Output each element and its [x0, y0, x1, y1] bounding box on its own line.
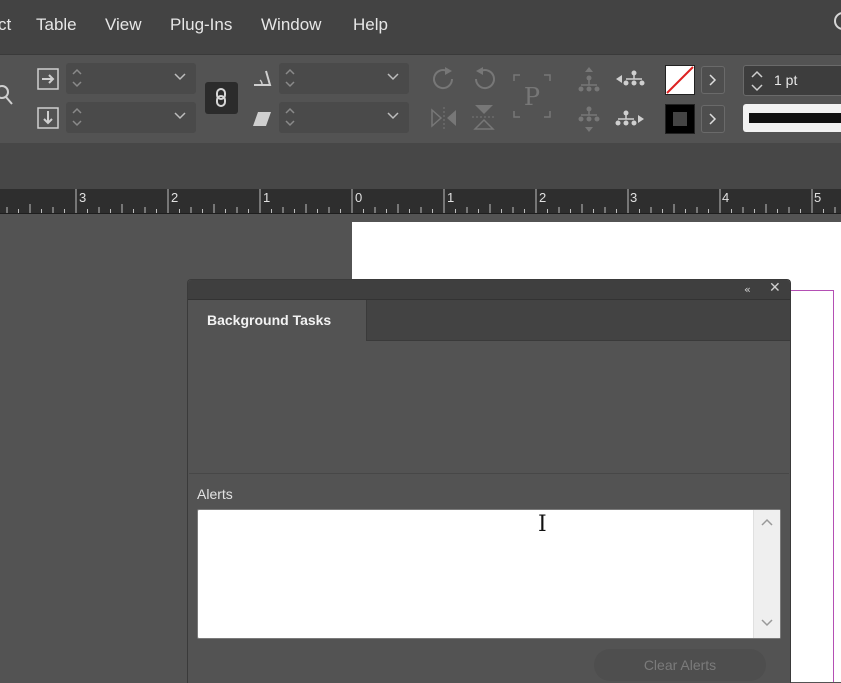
chevron-down-icon[interactable] — [387, 72, 399, 82]
select-previous-object-icon[interactable] — [614, 67, 646, 93]
stroke-dropdown-button[interactable] — [701, 105, 725, 133]
chevron-up-icon[interactable] — [760, 517, 774, 527]
alerts-scrollbar[interactable] — [753, 510, 780, 638]
paragraph-direction-icon[interactable]: P — [512, 73, 552, 119]
fill-dropdown-button[interactable] — [701, 66, 725, 94]
clear-alerts-label: Clear Alerts — [643, 657, 717, 673]
horizontal-ruler[interactable]: 3 2 1 0 1 2 3 4 5 — [0, 189, 841, 214]
background-tasks-panel: ‹‹ ✕ Background Tasks Alerts I Clear Ale… — [187, 279, 791, 683]
ruler-label: 1 — [447, 190, 455, 205]
ruler-label: 2 — [539, 190, 547, 205]
stroke-type-dropdown[interactable] — [743, 104, 841, 132]
width-field[interactable] — [66, 63, 196, 94]
chevron-down-icon[interactable] — [174, 111, 186, 121]
link-icon — [216, 88, 226, 107]
stroke-swatch[interactable] — [665, 104, 695, 134]
tasks-list — [189, 341, 789, 474]
stepper-icon[interactable] — [71, 105, 83, 129]
chevron-down-icon[interactable] — [174, 72, 186, 82]
panel-tab-row: Background Tasks — [188, 300, 790, 341]
menu-window[interactable]: Window — [261, 15, 321, 35]
chevron-right-icon — [709, 74, 717, 86]
stroke-weight-value[interactable]: 1 pt — [774, 72, 797, 88]
ruler-ticks — [6, 189, 836, 213]
rotate-counterclockwise-icon[interactable] — [470, 65, 498, 93]
menu-table[interactable]: Table — [36, 15, 77, 35]
ruler-label: 3 — [79, 190, 87, 205]
flip-horizontal-icon[interactable] — [430, 105, 458, 131]
margin-guide-right — [833, 290, 834, 682]
menu-object[interactable]: ct — [0, 15, 11, 35]
stroke-square-icon — [673, 112, 687, 126]
flip-vertical-icon[interactable] — [470, 103, 498, 131]
menu-help[interactable]: Help — [353, 15, 388, 35]
svg-text:P: P — [524, 83, 540, 111]
menu-view[interactable]: View — [105, 15, 142, 35]
rotation-field[interactable] — [279, 63, 409, 94]
stepper-icon[interactable] — [284, 105, 296, 129]
fill-swatch[interactable] — [665, 65, 695, 95]
width-icon — [37, 68, 59, 90]
ruler-label: 0 — [355, 190, 363, 205]
ruler-label: 5 — [814, 190, 822, 205]
clear-alerts-button[interactable]: Clear Alerts — [594, 649, 766, 681]
tab-background-tasks[interactable]: Background Tasks — [188, 300, 367, 341]
stroke-weight-field[interactable]: 1 pt — [743, 65, 841, 96]
rotate-clockwise-icon[interactable] — [430, 65, 458, 93]
close-icon[interactable]: ✕ — [769, 280, 781, 296]
panel-titlebar[interactable]: ‹‹ ✕ — [188, 280, 790, 300]
ruler-label: 1 — [263, 190, 271, 205]
chevron-right-icon — [709, 113, 717, 125]
stepper-icon[interactable] — [284, 66, 296, 90]
select-next-object-icon[interactable] — [614, 107, 646, 133]
zoom-tool-icon[interactable] — [0, 85, 14, 107]
height-field[interactable] — [66, 102, 196, 133]
shear-field[interactable] — [279, 102, 409, 133]
stroke-type-preview — [749, 113, 841, 123]
ruler-label: 2 — [171, 190, 179, 205]
menu-plugins[interactable]: Plug-Ins — [170, 15, 232, 35]
height-icon — [37, 107, 59, 129]
rotation-angle-icon — [254, 70, 272, 86]
shear-angle-icon — [253, 112, 271, 126]
stepper-icon[interactable] — [750, 69, 764, 93]
tab-bar-area — [0, 144, 841, 189]
alerts-list[interactable]: I — [197, 509, 781, 639]
tab-label: Background Tasks — [207, 312, 332, 328]
constrain-proportions-button[interactable] — [205, 82, 238, 114]
select-container-icon[interactable] — [576, 65, 602, 95]
select-content-icon[interactable] — [576, 105, 602, 135]
alerts-label: Alerts — [197, 486, 233, 502]
stepper-icon[interactable] — [71, 66, 83, 90]
none-color-icon — [666, 66, 694, 94]
ruler-label: 4 — [722, 190, 730, 205]
search-icon[interactable] — [834, 12, 841, 30]
text-cursor-icon: I — [538, 512, 547, 537]
menu-bar: ct Table View Plug-Ins Window Help — [0, 0, 841, 55]
control-panel: P — [0, 55, 841, 144]
ruler-label: 3 — [630, 190, 638, 205]
chevron-down-icon[interactable] — [760, 618, 774, 628]
double-chevron-left-icon[interactable]: ‹‹ — [744, 283, 751, 296]
margin-guide-top — [788, 290, 834, 291]
chevron-down-icon[interactable] — [387, 111, 399, 121]
